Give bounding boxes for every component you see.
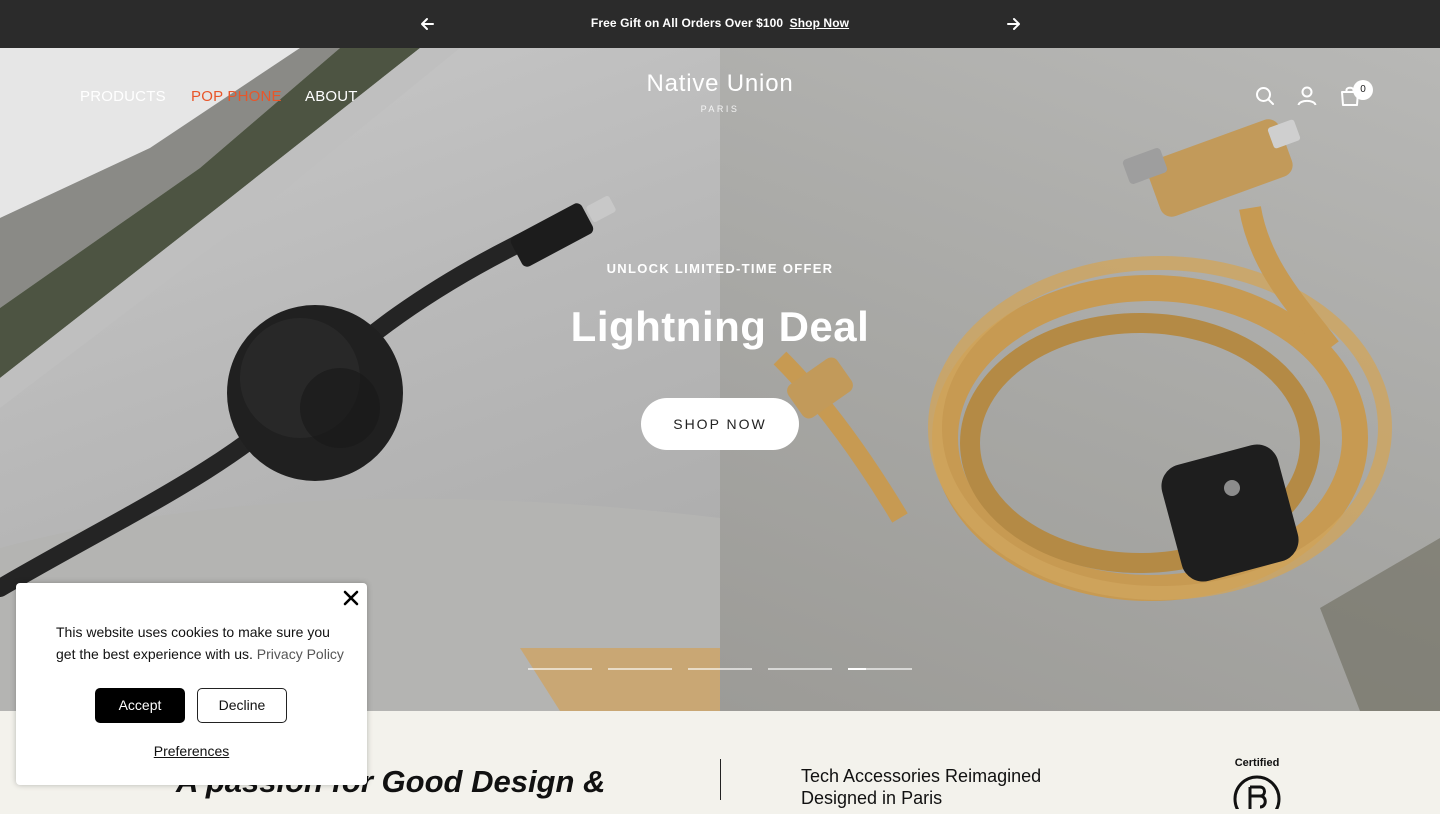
- cookie-message: This website uses cookies to make sure y…: [56, 621, 346, 665]
- intro-divider: [720, 759, 721, 800]
- cart-count-badge: 0: [1353, 80, 1373, 100]
- brand-logo-sub: PARIS: [700, 104, 740, 114]
- bcorp-logo-icon: [1233, 775, 1281, 814]
- preferences-link[interactable]: Preferences: [16, 743, 367, 759]
- search-icon[interactable]: [1253, 84, 1277, 108]
- brand-logo-name: Native Union: [646, 70, 794, 97]
- announcement-text: Free Gift on All Orders Over $100: [590, 16, 784, 30]
- nav-pop-phone[interactable]: POP PHONE: [191, 88, 282, 105]
- slide-dot-1[interactable]: [528, 668, 592, 670]
- nav-pop-phone-label[interactable]: POP PHONE: [191, 88, 282, 105]
- account-icon[interactable]: [1295, 84, 1319, 108]
- accept-button[interactable]: Accept: [95, 688, 185, 723]
- bcorp-certified-label: Certified: [1234, 757, 1280, 769]
- announcement-message: Free Gift on All Orders Over $100 Shop N…: [0, 16, 1440, 30]
- hero-shop-now-button[interactable]: SHOP NOW: [641, 398, 799, 450]
- bcorp-badge: Certified: [1230, 757, 1284, 814]
- slide-dot-4[interactable]: [768, 668, 832, 670]
- decline-button[interactable]: Decline: [197, 688, 287, 723]
- announcement-bar: Free Gift on All Orders Over $100 Shop N…: [0, 0, 1440, 48]
- nav-about-label[interactable]: ABOUT: [305, 88, 358, 105]
- announcement-shop-link[interactable]: Shop Now: [790, 16, 849, 30]
- privacy-policy-link[interactable]: Privacy Policy: [257, 646, 344, 662]
- nav-products-label[interactable]: PRODUCTS: [80, 88, 166, 105]
- intro-subcopy: Tech Accessories Reimagined Designed in …: [801, 765, 1041, 809]
- brand-logo[interactable]: Native Union PARIS: [620, 70, 820, 114]
- cookie-consent-popup: This website uses cookies to make sure y…: [16, 583, 367, 785]
- arrow-right-icon[interactable]: [1003, 14, 1023, 34]
- nav-about[interactable]: ABOUT: [305, 88, 358, 105]
- nav-products[interactable]: PRODUCTS: [80, 88, 166, 105]
- hero-eyebrow: UNLOCK LIMITED-TIME OFFER: [606, 261, 834, 276]
- intro-subcopy-line1: Tech Accessories Reimagined: [801, 766, 1042, 786]
- slide-dot-5[interactable]: [848, 668, 912, 670]
- close-icon[interactable]: [342, 589, 360, 607]
- slide-dot-3[interactable]: [688, 668, 752, 670]
- slide-dot-2[interactable]: [608, 668, 672, 670]
- intro-subcopy-line2: Designed in Paris: [801, 788, 943, 808]
- hero-title: Lightning Deal: [570, 303, 870, 350]
